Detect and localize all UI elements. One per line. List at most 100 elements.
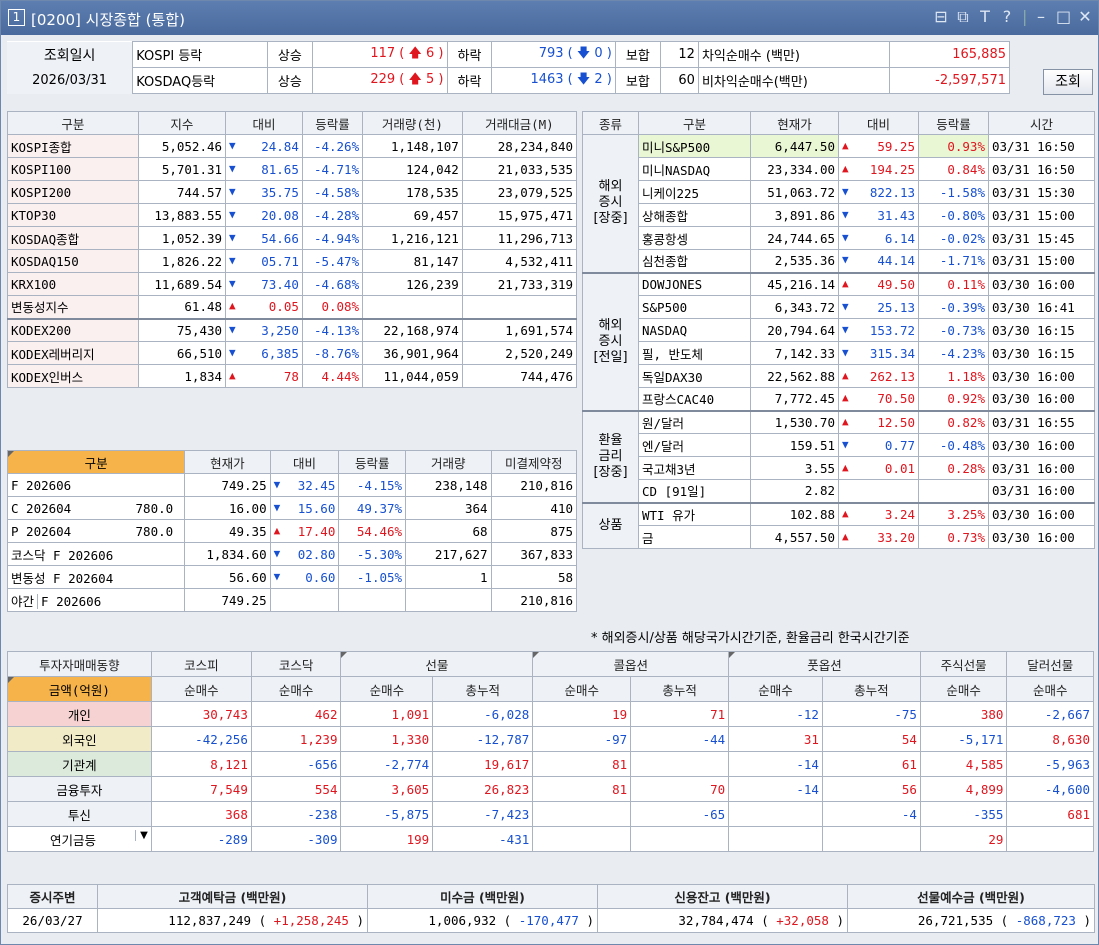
minimize-icon[interactable]: – <box>1034 7 1048 27</box>
night-rate <box>338 588 407 612</box>
funds-header-4: 선물예수금 (백만원) <box>847 884 1095 909</box>
index-change: ▼ 81.65 <box>225 157 303 181</box>
investor-value <box>728 801 823 827</box>
change-value: 02.80 <box>297 546 336 562</box>
night-volume <box>405 588 492 612</box>
help-icon[interactable]: ? <box>1000 7 1014 27</box>
investor-label: 기관계 <box>62 757 97 773</box>
maximize-icon[interactable]: □ <box>1056 7 1071 27</box>
investor-sub-header: 순매수 <box>250 676 342 702</box>
world-row[interactable]: S&P500 6,343.72 ▼ 25.13 -0.39% 03/30 16:41 <box>583 295 1095 319</box>
futures-row[interactable]: P 202604 780.0 49.35 ▲ 17.40 54.46% 68 875 <box>6 519 578 543</box>
index-volume <box>362 295 463 319</box>
world-value: 3,891.86 <box>750 203 839 227</box>
change-value: 6.14 <box>884 230 915 246</box>
night-futures-name: 야간 F 202606 <box>6 588 186 612</box>
futures-oi: 58 <box>490 565 578 589</box>
index-row[interactable]: 변동성지수 61.48 ▲ 0.05 0.08% <box>7 295 578 319</box>
world-row[interactable]: 홍콩항셍 24,744.65 ▼ 6.14 -0.02% 03/31 15:45 <box>583 226 1095 250</box>
change-value: 44.14 <box>877 253 915 269</box>
futures-value: 16.00 <box>184 496 271 520</box>
index-row[interactable]: KRX100 11,689.54 ▼ 73.40 -4.68% 126,239 21,733… <box>7 272 578 296</box>
index-row[interactable]: KTOP30 13,883.55 ▼ 20.08 -4.28% 69,457 15,975,… <box>7 203 578 227</box>
futures-row[interactable]: C 202604 780.0 16.00 ▼ 15.60 49.37% 364 410 <box>6 496 578 520</box>
close-icon[interactable]: ✕ <box>1078 7 1092 27</box>
world-row[interactable]: 국고채3년 3.55 ▲ 0.01 0.28% 03/31 16:00 <box>583 456 1095 480</box>
world-row[interactable]: 독일DAX30 22,562.88 ▲ 262.13 1.18% 03/30 16:00 <box>583 364 1095 388</box>
index-row[interactable]: KOSPI100 5,701.31 ▼ 81.65 -4.71% 124,042 21,03… <box>7 157 578 181</box>
night-futures-row[interactable]: 야간 F 202606 749.25 210,816 <box>6 588 578 612</box>
funds-date: 26/03/27 <box>7 908 98 933</box>
world-row[interactable]: 상품 WTI 유가 102.88 ▲ 3.24 3.25% 03/30 16:00 <box>582 501 1095 549</box>
index-row[interactable]: KODEX200 75,430 ▼ 3,250 -4.13% 22,168,974 1,69… <box>7 317 578 342</box>
futures-row[interactable]: 코스닥 F 202606 1,834.60 ▼ 02.80 -5.30% 217,627 3… <box>6 542 578 566</box>
investor-row[interactable]: 개인 30,743 462 1,091 -6,028 19 71 -12 -75 380 -2,66… <box>7 701 1094 727</box>
world-value: 51,063.72 <box>750 180 839 204</box>
index-name: 변동성지수 <box>7 295 139 319</box>
world-row[interactable]: 환율 금리 [장중] 원/달러 1,530.70 ▲ 12.50 0.82% 03/31 16:… <box>582 409 1095 503</box>
query-button[interactable]: 조회 <box>1043 69 1093 95</box>
world-row[interactable]: 금 4,557.50 ▲ 33.20 0.73% 03/30 16:00 <box>583 525 1095 549</box>
investor-value: -431 <box>432 826 534 852</box>
index-rate: -4.68% <box>301 272 364 296</box>
futures-code: P 202604 <box>11 523 72 539</box>
investor-row[interactable]: 기관계 8,121 -656 -2,774 19,617 81 -14 61 4,585 -5,9… <box>7 751 1094 777</box>
change-value: 32.45 <box>297 477 336 493</box>
query-label: 조회일시 <box>7 41 133 68</box>
index-value: 13,883.55 <box>137 203 227 227</box>
world-row[interactable]: CD [91일] 2.82 03/31 16:00 <box>583 479 1095 503</box>
investor-value: 1,091 <box>340 701 434 727</box>
world-row[interactable]: 프랑스CAC40 7,772.45 ▲ 70.50 0.92% 03/30 16:00 <box>583 387 1095 411</box>
world-rate: 0.92% <box>918 387 989 411</box>
futures-row[interactable]: 변동성 F 202604 56.60 ▼ 0.60 -1.05% 1 58 <box>6 565 578 589</box>
futures-row[interactable]: F 202606 749.25 ▼ 32.45 -4.15% 238,148 210,816 <box>6 473 578 497</box>
investor-row[interactable]: 투신 368 -238 -5,875 -7,423 -65 -4 -355 681 <box>7 801 1094 827</box>
font-icon[interactable]: T <box>978 7 992 27</box>
index-row[interactable]: KOSPI200 744.57 ▼ 35.75 -4.58% 178,535 23,079,… <box>7 180 578 204</box>
world-row[interactable]: 상해종합 3,891.86 ▼ 31.43 -0.80% 03/31 15:00 <box>583 203 1095 227</box>
futures-change: ▼ 15.60 <box>269 496 340 520</box>
world-row[interactable]: 니케이225 51,063.72 ▼ 822.13 -1.58% 03/31 15:30 <box>583 180 1095 204</box>
world-row[interactable]: 미니NASDAQ 23,334.00 ▲ 194.25 0.84% 03/31 16:50 <box>583 157 1095 181</box>
investor-value: 71 <box>630 701 730 727</box>
futures-rate: -5.30% <box>338 542 407 566</box>
world-time: 03/31 16:55 <box>988 409 1095 434</box>
index-volume: 69,457 <box>362 203 463 227</box>
world-row[interactable]: 엔/달러 159.51 ▼ 0.77 -0.48% 03/30 16:00 <box>583 433 1095 457</box>
investor-row[interactable]: 외국인 -42,256 1,239 1,330 -12,787 -97 -44 31 54 -5,… <box>7 726 1094 752</box>
index-row[interactable]: KOSDAQ종합 1,052.39 ▼ 54.66 -4.94% 1,216,121 11,… <box>7 226 578 250</box>
index-change: ▼ 35.75 <box>225 180 303 204</box>
world-row[interactable]: 해외 증시 [전일] DOWJONES 45,216.14 ▲ 49.50 0.11% 03/3… <box>582 271 1095 411</box>
window-title: [0200] 시장종합 (통합) <box>31 11 185 29</box>
world-group-label: 환율 금리 [장중] <box>582 409 639 503</box>
world-row[interactable]: 필, 반도체 7,142.33 ▼ 315.34 -4.23% 03/30 16:15 <box>583 341 1095 365</box>
world-row[interactable]: 해외 증시 [장중] 미니S&P500 6,447.50 ▲ 59.25 0.93% 03/31… <box>582 134 1095 273</box>
investor-row[interactable]: 금융투자 7,549 554 3,605 26,823 81 70 -14 56 4,899 -4,… <box>7 776 1094 802</box>
world-rate: 0.82% <box>918 409 989 434</box>
index-row[interactable]: KODEX인버스 1,834 ▲ 78 4.44% 11,044,059 744,476 <box>7 364 578 388</box>
investor-sub-header: 순매수 <box>340 676 434 702</box>
investor-value: 54 <box>821 726 921 752</box>
index-value: 5,052.46 <box>137 134 227 158</box>
investor-sub-header: 순매수 <box>150 676 252 702</box>
investor-value: -289 <box>150 826 252 852</box>
kospi-label: KOSPI 등락 <box>132 41 268 68</box>
index-row[interactable]: KOSPI종합 5,052.46 ▼ 24.84 -4.26% 1,148,107 28,2… <box>7 134 578 158</box>
investor-row[interactable]: 연기금등 ▼ -289 -309 199 -431 29 <box>7 826 1094 852</box>
world-row[interactable]: NASDAQ 20,794.64 ▼ 153.72 -0.73% 03/30 16:15 <box>583 318 1095 342</box>
index-row[interactable]: KOSDAQ150 1,826.22 ▼ 05.71 -5.47% 81,147 4,532… <box>7 249 578 273</box>
investor-sub-header: 순매수 <box>919 676 1008 702</box>
index-row[interactable]: KODEX레버리지 66,510 ▼ 6,385 -8.76% 36,901,964 2,5… <box>7 341 578 365</box>
popup-icon[interactable]: ⧉ <box>956 7 970 27</box>
change-value: 12.50 <box>877 414 915 430</box>
investor-value: -14 <box>728 751 823 777</box>
futures-code: F 202606 <box>11 477 72 493</box>
dropdown-icon[interactable]: ▼ <box>135 829 148 841</box>
futures-name: C 202604 780.0 <box>6 496 186 520</box>
layout-icon[interactable]: ⊟ <box>934 7 948 27</box>
kospi-flat-count: 12 <box>659 41 699 68</box>
world-name: 니케이225 <box>638 180 751 204</box>
index-change: ▼ 73.40 <box>225 272 303 296</box>
world-row[interactable]: 심천종합 2,535.36 ▼ 44.14 -1.71% 03/31 15:00 <box>583 249 1095 273</box>
world-rate: -4.23% <box>918 341 989 365</box>
